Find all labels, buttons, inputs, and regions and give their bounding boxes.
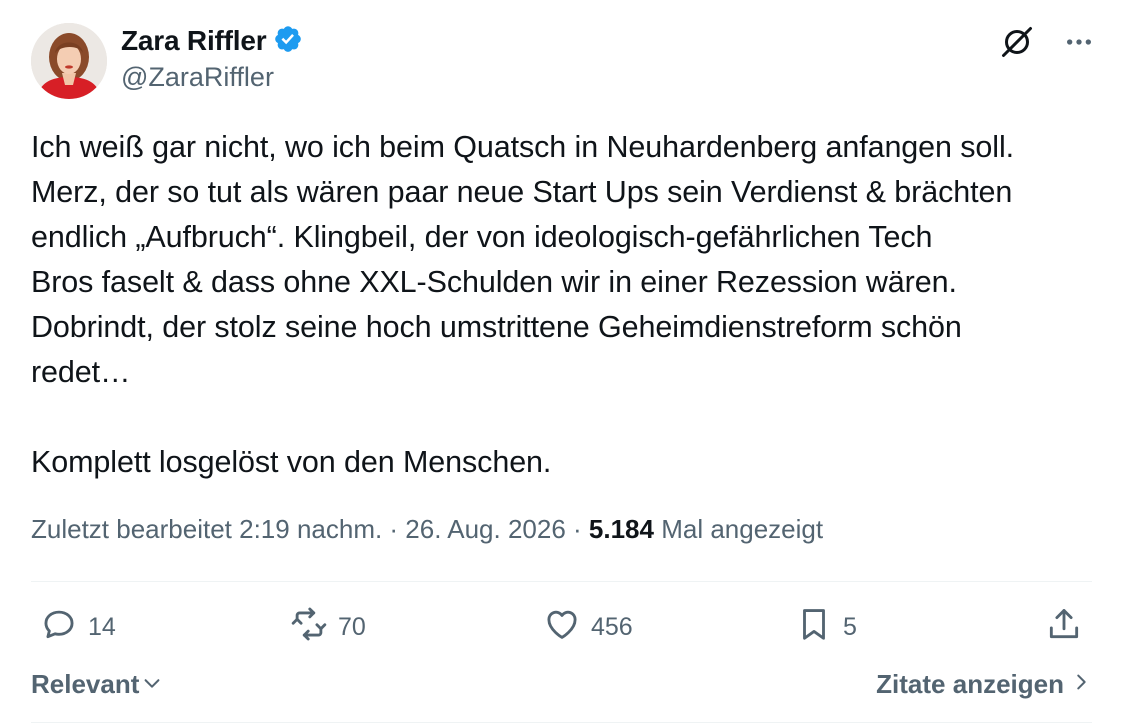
tweet-meta: Zuletzt bearbeitet 2:19 nachm. · 26. Aug… <box>31 514 823 545</box>
bookmark-button[interactable]: 5 <box>795 605 857 649</box>
sort-label: Relevant <box>31 669 140 699</box>
divider <box>31 581 1092 582</box>
grok-icon[interactable] <box>999 24 1035 65</box>
author-handle[interactable]: @ZaraRiffler <box>121 62 303 93</box>
quotes-label: Zitate anzeigen <box>876 668 1064 699</box>
share-button[interactable] <box>1045 605 1083 649</box>
share-icon[interactable] <box>1045 605 1083 650</box>
avatar[interactable] <box>31 23 107 99</box>
footer-bar: Relevant Zitate anzeigen <box>31 668 1092 706</box>
sort-dropdown[interactable]: Relevant <box>31 668 163 701</box>
edited-timestamp[interactable]: Zuletzt bearbeitet 2:19 nachm. · 26. Aug… <box>31 514 589 544</box>
tweet-text: Ich weiß gar nicht, wo ich beim Quatsch … <box>31 130 1015 479</box>
tweet: Zara Riffler @ZaraRiffler Ich weiß gar n… <box>0 0 1123 725</box>
bookmark-count: 5 <box>843 612 857 641</box>
repost-count: 70 <box>338 612 366 641</box>
view-quotes-link[interactable]: Zitate anzeigen <box>876 668 1092 700</box>
like-icon[interactable] <box>543 605 581 650</box>
bookmark-icon[interactable] <box>795 605 833 650</box>
reply-count: 14 <box>88 612 116 641</box>
action-bar: 14 70 456 5 <box>40 605 1090 649</box>
repost-icon[interactable] <box>290 605 328 650</box>
reply-button[interactable]: 14 <box>40 605 116 649</box>
more-icon[interactable] <box>1063 26 1095 63</box>
chevron-right-icon <box>1064 668 1092 700</box>
bottom-divider <box>31 722 1092 723</box>
repost-button[interactable]: 70 <box>290 605 366 649</box>
author-block: Zara Riffler @ZaraRiffler <box>121 24 303 93</box>
top-actions <box>999 24 1095 65</box>
reply-icon[interactable] <box>40 605 78 650</box>
author-name[interactable]: Zara Riffler <box>121 25 267 57</box>
views-count: 5.184 <box>588 514 654 544</box>
like-count: 456 <box>591 612 633 641</box>
name-row: Zara Riffler <box>121 24 303 58</box>
like-button[interactable]: 456 <box>543 605 633 649</box>
views-label: Mal angezeigt <box>653 514 824 544</box>
verified-badge-icon[interactable] <box>266 24 303 59</box>
chevron-down-icon <box>139 668 163 701</box>
